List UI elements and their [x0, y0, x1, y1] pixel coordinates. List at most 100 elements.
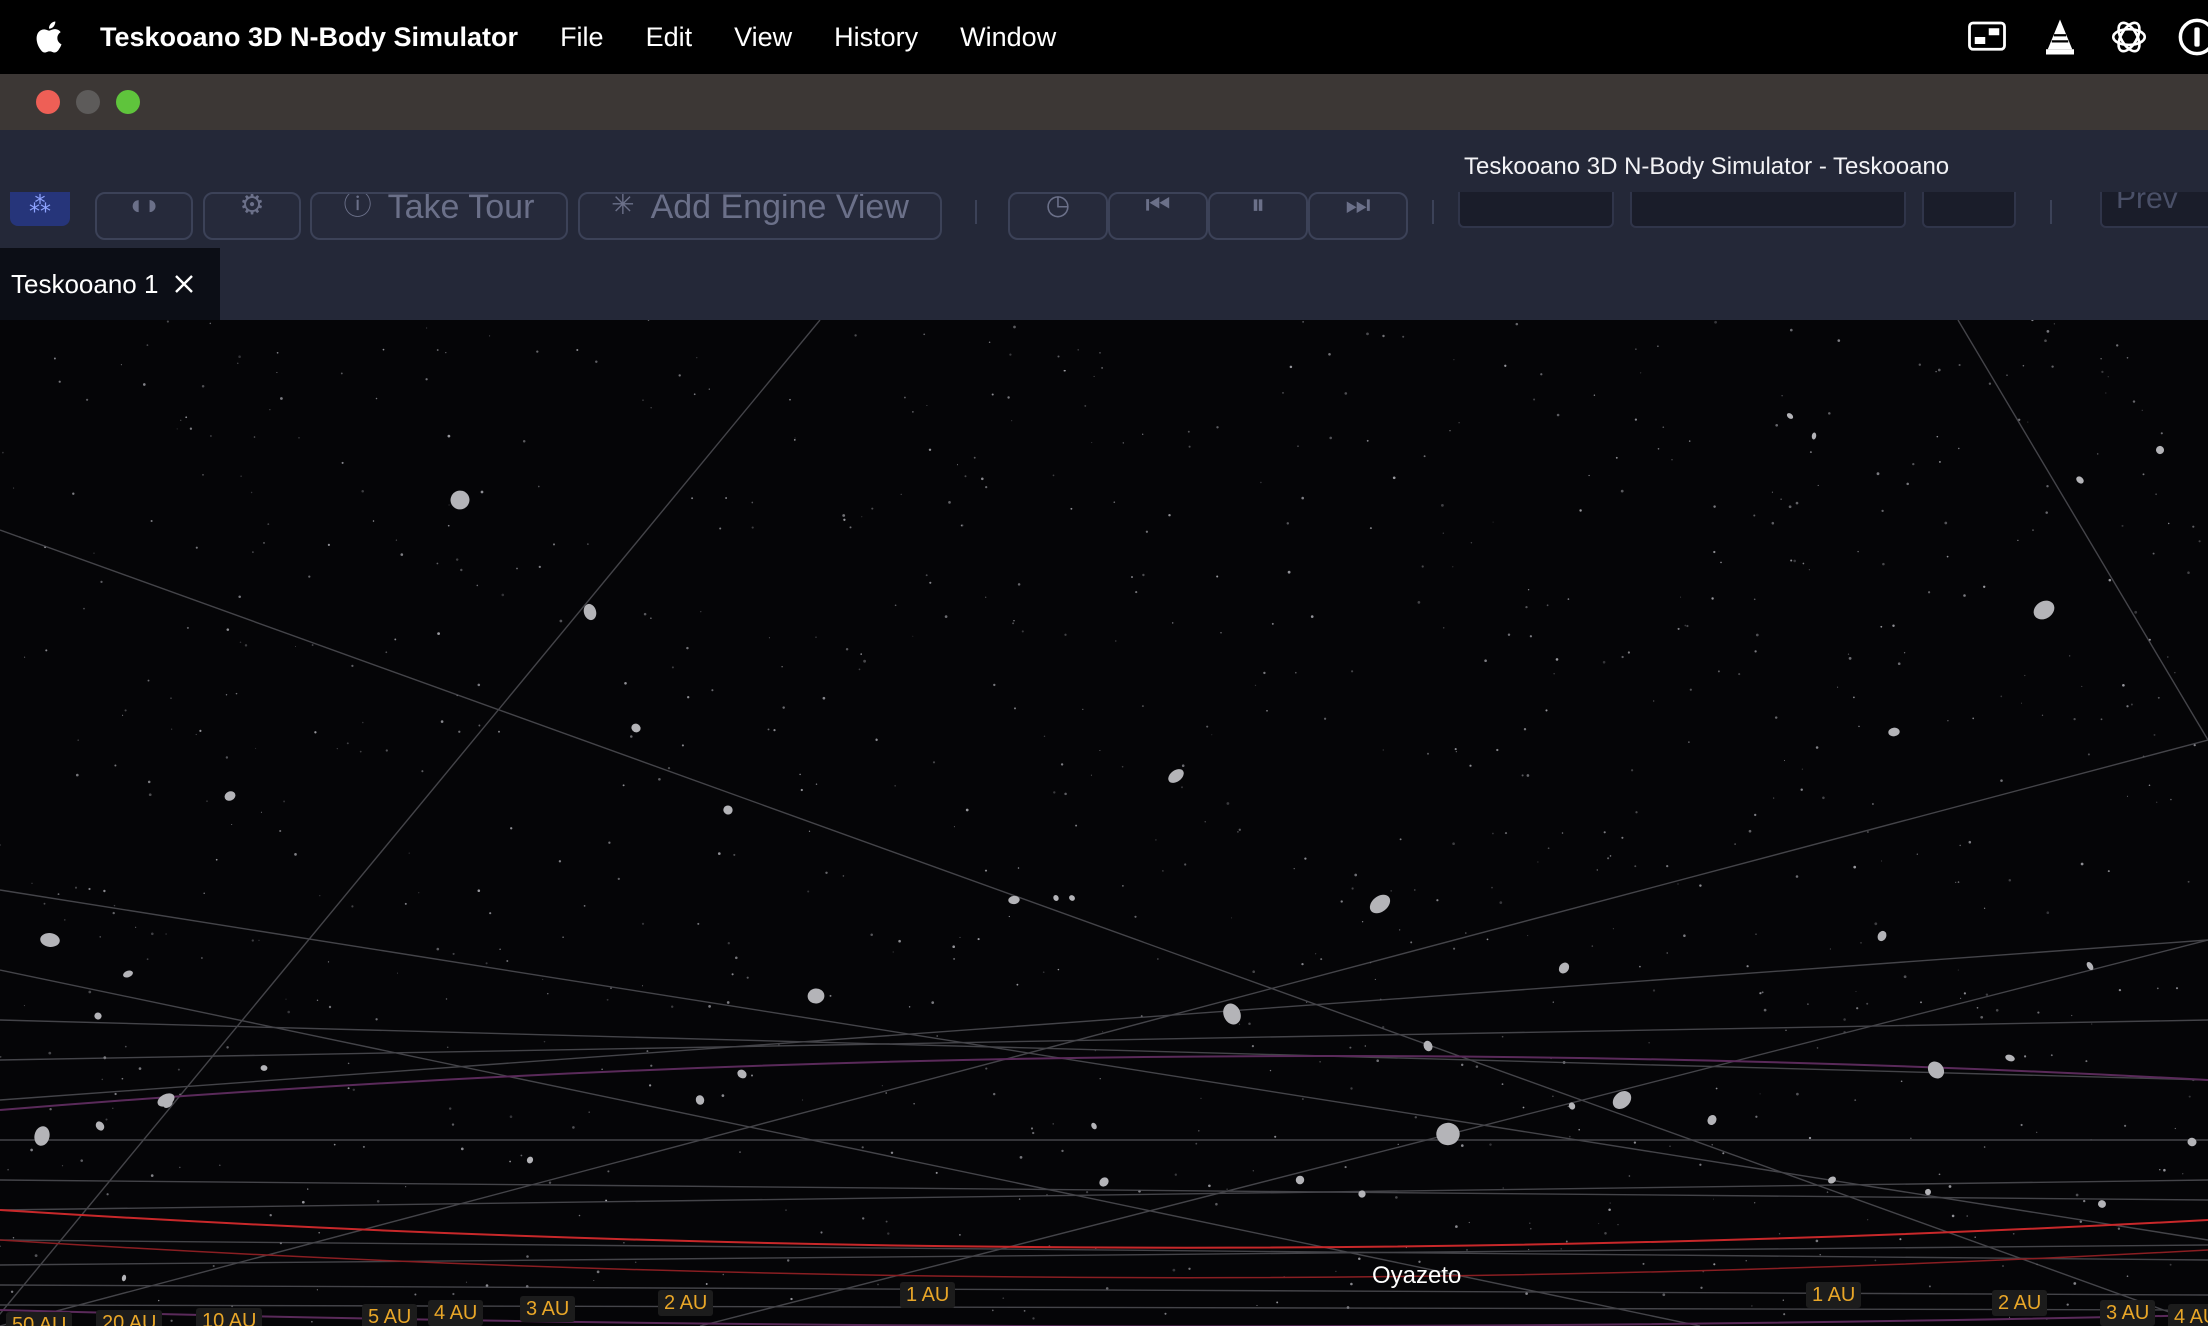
- tab-label: Teskooano 1: [11, 268, 159, 299]
- take-tour-button[interactable]: ⓘ Take Tour: [310, 192, 568, 240]
- asteroid[interactable]: [1436, 1122, 1461, 1146]
- star: [2046, 330, 2050, 333]
- app-menu[interactable]: Teskooano 3D N-Body Simulator: [100, 22, 518, 53]
- github-button[interactable]: ◖◗: [95, 192, 193, 240]
- asteroid[interactable]: [630, 722, 642, 734]
- asteroid[interactable]: [2004, 1053, 2015, 1062]
- star: [992, 1092, 996, 1096]
- asteroid[interactable]: [260, 1065, 268, 1071]
- asteroid[interactable]: [1422, 1039, 1434, 1052]
- asteroid[interactable]: [1568, 1101, 1577, 1110]
- asteroid[interactable]: [32, 1125, 51, 1148]
- asteroid[interactable]: [1097, 1176, 1110, 1189]
- star: [1974, 1236, 1976, 1238]
- body-label-oyazeto[interactable]: Oyazeto: [1372, 1262, 1461, 1290]
- menu-window[interactable]: Window: [960, 22, 1056, 53]
- star: [691, 497, 694, 500]
- asteroid[interactable]: [1876, 929, 1888, 942]
- asteroid[interactable]: [1294, 1174, 1305, 1185]
- asteroid[interactable]: [122, 969, 134, 979]
- asteroid[interactable]: [1811, 432, 1817, 440]
- asteroid[interactable]: [94, 1120, 106, 1133]
- close-window-button[interactable]: [36, 90, 60, 114]
- star: [1121, 765, 1124, 768]
- star: [1959, 844, 1961, 847]
- zoom-window-button[interactable]: [116, 90, 140, 114]
- menu-edit[interactable]: Edit: [646, 22, 693, 53]
- asteroid[interactable]: [1357, 1189, 1367, 1199]
- close-tab-icon[interactable]: [172, 272, 196, 296]
- openai-icon[interactable]: [2108, 0, 2150, 74]
- apple-menu-icon[interactable]: [30, 17, 70, 57]
- pause-button[interactable]: ⏸: [1208, 192, 1308, 240]
- star: [1857, 550, 1859, 553]
- asteroid[interactable]: [2187, 1137, 2198, 1147]
- star: [543, 1040, 546, 1043]
- star: [2159, 1169, 2161, 1171]
- asteroid[interactable]: [1052, 894, 1059, 902]
- star: [781, 666, 783, 668]
- asteroid[interactable]: [1827, 1175, 1838, 1185]
- space-scene[interactable]: [0, 320, 2208, 1326]
- step-back-button[interactable]: ⏮: [1108, 192, 1208, 240]
- star: [252, 551, 254, 553]
- star: [984, 869, 988, 872]
- asteroid[interactable]: [93, 1011, 102, 1020]
- star: [1043, 735, 1046, 738]
- screen-mirror-icon[interactable]: [1966, 0, 2008, 74]
- asteroid[interactable]: [447, 487, 473, 513]
- asteroid[interactable]: [2075, 475, 2085, 485]
- star: [1847, 653, 1850, 655]
- star: [1782, 1299, 1784, 1301]
- asteroid[interactable]: [223, 789, 237, 802]
- tab-teskooano-1[interactable]: Teskooano 1: [0, 248, 220, 320]
- asteroid[interactable]: [1090, 1122, 1098, 1131]
- menu-view[interactable]: View: [734, 22, 792, 53]
- asteroid[interactable]: [1706, 1113, 1719, 1126]
- prev-button[interactable]: Prev: [2100, 192, 2208, 228]
- simulation-viewport[interactable]: Oyazeto 50 AU 20 AU 10 AU 5 AU 4 AU 3 AU…: [0, 320, 2208, 1326]
- vlc-icon[interactable]: [2039, 0, 2081, 74]
- asteroid[interactable]: [1220, 1001, 1244, 1027]
- asteroid[interactable]: [1557, 961, 1571, 976]
- asteroid[interactable]: [1786, 412, 1794, 420]
- star: [1662, 1293, 1666, 1297]
- asteroid[interactable]: [1924, 1188, 1932, 1196]
- asteroid[interactable]: [526, 1156, 534, 1165]
- star: [1226, 802, 1230, 805]
- star: [1032, 1131, 1035, 1135]
- asteroid[interactable]: [2155, 445, 2165, 455]
- asteroid[interactable]: [2030, 597, 2058, 623]
- asteroid[interactable]: [1925, 1058, 1948, 1081]
- asteroid[interactable]: [1609, 1087, 1635, 1112]
- asteroid[interactable]: [695, 1094, 706, 1106]
- asteroid[interactable]: [1366, 891, 1393, 917]
- menu-history[interactable]: History: [834, 22, 918, 53]
- star: [85, 398, 89, 401]
- asteroid[interactable]: [1068, 894, 1076, 902]
- menu-file[interactable]: File: [560, 22, 604, 53]
- asteroid[interactable]: [807, 988, 826, 1005]
- asteroid[interactable]: [2097, 1199, 2107, 1209]
- star: [1609, 1202, 1611, 1204]
- settings-button[interactable]: ⚙: [203, 192, 301, 240]
- app-logo-button[interactable]: ⁂: [10, 192, 70, 226]
- asteroid[interactable]: [39, 932, 60, 948]
- asteroid[interactable]: [1888, 727, 1900, 737]
- star: [510, 827, 513, 830]
- star: [147, 679, 150, 682]
- password-manager-icon[interactable]: [2176, 0, 2208, 74]
- asteroid[interactable]: [736, 1068, 749, 1081]
- reset-view-button[interactable]: ◷: [1008, 192, 1108, 240]
- minimize-window-button[interactable]: [76, 90, 100, 114]
- asteroid[interactable]: [121, 1274, 127, 1282]
- add-engine-view-button[interactable]: ✳ Add Engine View: [578, 192, 942, 240]
- star: [316, 1289, 318, 1291]
- fast-forward-button[interactable]: ⏭: [1308, 192, 1408, 240]
- asteroid[interactable]: [1166, 766, 1187, 785]
- star: [1174, 1173, 1177, 1176]
- star: [2017, 539, 2019, 542]
- star: [2012, 1232, 2015, 1235]
- asteroid[interactable]: [722, 804, 734, 816]
- star: [333, 1143, 336, 1146]
